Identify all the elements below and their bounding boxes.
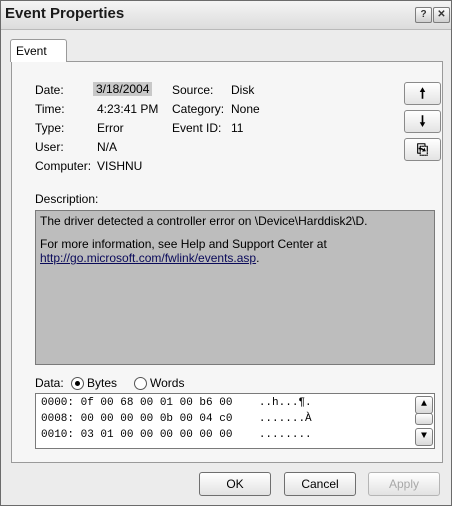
event-id-label: Event ID: [172, 121, 222, 135]
bytes-radio[interactable] [71, 377, 84, 390]
user-value: N/A [97, 140, 118, 154]
arrow-up-icon: 🠕 [419, 85, 426, 101]
scroll-down-icon[interactable]: ▼ [415, 428, 433, 446]
hex-row: 0008: 00 00 00 00 0b 00 04 c0 .......À [41, 413, 312, 425]
next-event-button[interactable]: 🠗 [404, 110, 441, 133]
type-label: Type: [35, 121, 65, 135]
arrow-down-icon: 🠗 [419, 113, 426, 129]
ok-button[interactable]: OK [199, 472, 271, 496]
help-link[interactable]: http://go.microsoft.com/fwlink/events.as… [40, 251, 256, 265]
dialog-title: Event Properties [5, 5, 125, 22]
help-icon[interactable]: ? [415, 7, 432, 23]
copy-button[interactable]: ⎘ [404, 138, 441, 161]
event-properties-dialog: Event Properties ? ✕ Event Date: 3/18/20… [0, 0, 452, 506]
words-radio[interactable] [134, 377, 147, 390]
date-label: Date: [35, 83, 64, 97]
time-label: Time: [35, 102, 65, 116]
bytes-label[interactable]: Bytes [87, 376, 117, 390]
type-value: Error [97, 121, 124, 135]
data-label: Data: [35, 376, 64, 390]
description-label: Description: [35, 192, 99, 206]
data-hex-box[interactable]: 0000: 0f 00 68 00 01 00 b6 00 ..h...¶. 0… [35, 393, 435, 449]
copy-icon: ⎘ [416, 141, 429, 157]
words-label: Words [150, 376, 185, 390]
hex-row: 0000: 0f 00 68 00 01 00 b6 00 ..h...¶. [41, 397, 312, 409]
description-box[interactable]: The driver detected a controller error o… [35, 210, 435, 365]
date-value: 3/18/2004 [93, 82, 153, 96]
source-label: Source: [172, 83, 214, 97]
scroll-thumb[interactable] [415, 413, 433, 425]
event-id-value: 11 [231, 121, 244, 135]
tab-event[interactable]: Event [10, 39, 67, 62]
category-value: None [231, 102, 260, 116]
scroll-up-icon[interactable]: ▲ [415, 396, 433, 414]
description-line-1: The driver detected a controller error o… [40, 214, 368, 228]
description-line-2: For more information, see Help and Suppo… [40, 237, 327, 251]
computer-label: Computer: [35, 159, 92, 173]
tab-event-label: Event [16, 44, 47, 58]
cancel-button[interactable]: Cancel [284, 472, 356, 496]
previous-event-button[interactable]: 🠕 [404, 82, 441, 105]
close-icon[interactable]: ✕ [433, 7, 450, 23]
description-text: The driver detected a controller error o… [40, 214, 367, 265]
category-label: Category: [172, 102, 225, 116]
time-value: 4:23:41 PM [97, 102, 159, 116]
user-label: User: [35, 140, 64, 154]
computer-value: VISHNU [97, 159, 143, 173]
apply-button[interactable]: Apply [368, 472, 440, 496]
link-period: . [256, 251, 260, 265]
source-value: Disk [231, 83, 255, 97]
hex-row: 0010: 03 01 00 00 00 00 00 00 ........ [41, 429, 312, 441]
title-bar: Event Properties ? ✕ [1, 1, 451, 30]
